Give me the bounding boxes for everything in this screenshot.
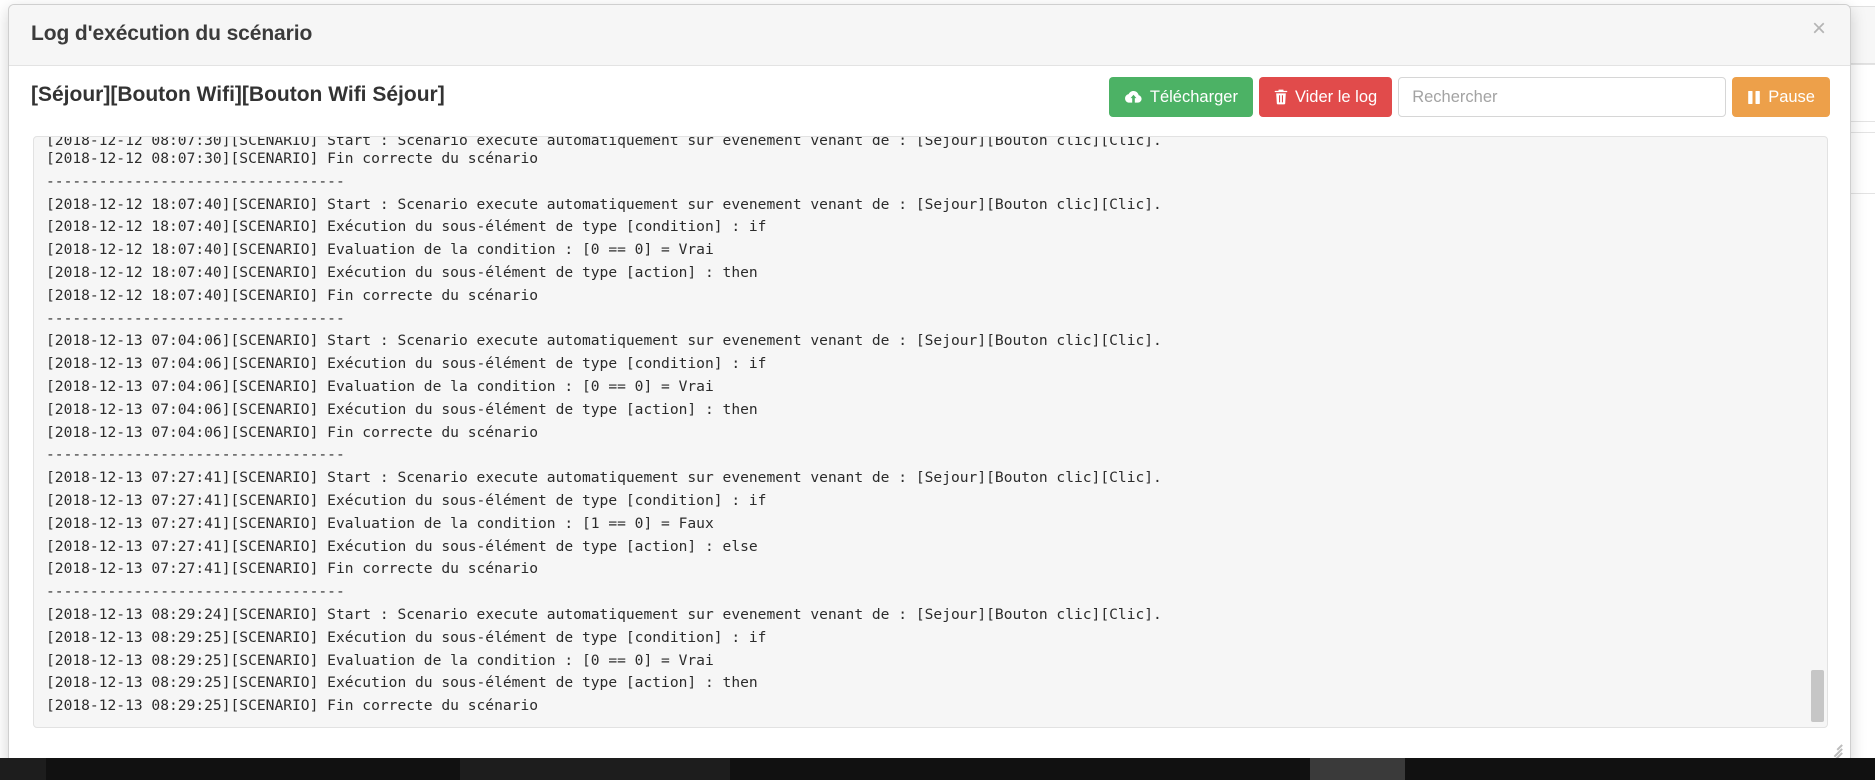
log-line: [2018-12-13 08:29:25][SCENARIO] Fin corr… [46, 697, 539, 715]
log-line: [2018-12-12 18:07:40][SCENARIO] Exécutio… [46, 263, 758, 281]
log-line: [2018-12-13 08:29:25][SCENARIO] Evaluati… [46, 651, 714, 669]
pause-button[interactable]: Pause [1732, 77, 1830, 117]
log-separator: ---------------------------------- [46, 309, 345, 327]
log-line: [2018-12-12 18:07:40][SCENARIO] Exécutio… [46, 218, 767, 236]
log-modal: Log d'exécution du scénario × [Séjour][B… [8, 4, 1851, 764]
clear-log-button[interactable]: Vider le log [1258, 77, 1393, 117]
log-scrollbar-thumb[interactable] [1811, 670, 1824, 722]
log-console: [2018-12-12 08:07:30][SCENARIO] Start : … [33, 136, 1828, 728]
modal-header: Log d'exécution du scénario × [9, 5, 1850, 66]
log-scroll-area[interactable]: [2018-12-12 08:07:30][SCENARIO] Start : … [34, 137, 1827, 727]
clear-log-button-label: Vider le log [1294, 87, 1378, 106]
close-icon[interactable]: × [1806, 16, 1832, 42]
log-line: [2018-12-13 08:29:25][SCENARIO] Exécutio… [46, 628, 767, 646]
log-line: [2018-12-13 08:29:24][SCENARIO] Start : … [46, 605, 1162, 623]
pause-icon [1747, 90, 1761, 105]
log-line: [2018-12-12 08:07:30][SCENARIO] Start : … [46, 137, 1162, 148]
cloud-download-icon [1124, 90, 1143, 105]
log-line: [2018-12-13 07:27:41][SCENARIO] Fin corr… [46, 560, 539, 578]
search-input[interactable] [1398, 77, 1727, 117]
modal-toolbar: [Séjour][Bouton Wifi][Bouton Wifi Séjour… [9, 66, 1850, 128]
log-line: [2018-12-13 07:27:41][SCENARIO] Start : … [46, 469, 1162, 487]
breadcrumb: [Séjour][Bouton Wifi][Bouton Wifi Séjour… [31, 83, 445, 106]
download-button[interactable]: Télécharger [1108, 77, 1253, 117]
trash-icon [1274, 89, 1288, 105]
download-button-label: Télécharger [1149, 87, 1238, 106]
taskbar-segment [1310, 758, 1405, 780]
taskbar [0, 758, 1875, 780]
log-line: [2018-12-12 18:07:40][SCENARIO] Evaluati… [46, 241, 714, 259]
pause-button-label: Pause [1768, 87, 1815, 106]
page-title: Log d'exécution du scénario [31, 22, 313, 45]
log-line: [2018-12-12 18:07:40][SCENARIO] Start : … [46, 195, 1162, 213]
taskbar-segment [0, 758, 46, 780]
toolbar-actions: Télécharger Vider le log Pa [1108, 77, 1830, 117]
log-line: [2018-12-12 18:07:40][SCENARIO] Fin corr… [46, 286, 539, 304]
log-line: [2018-12-13 07:27:41][SCENARIO] Exécutio… [46, 491, 767, 509]
log-separator: ---------------------------------- [46, 172, 345, 190]
log-separator: ---------------------------------- [46, 446, 345, 464]
log-line: [2018-12-13 07:04:06][SCENARIO] Exécutio… [46, 400, 758, 418]
log-line: [2018-12-12 08:07:30][SCENARIO] Fin corr… [46, 150, 539, 167]
log-line: [2018-12-13 07:04:06][SCENARIO] Fin corr… [46, 423, 539, 441]
log-separator: ---------------------------------- [46, 583, 345, 601]
log-line: [2018-12-13 07:04:06][SCENARIO] Start : … [46, 332, 1162, 350]
resize-handle[interactable] [1826, 739, 1843, 763]
log-line: [2018-12-13 07:27:41][SCENARIO] Evaluati… [46, 514, 714, 532]
log-line: [2018-12-13 07:27:41][SCENARIO] Exécutio… [46, 537, 758, 555]
log-line: [2018-12-13 07:04:06][SCENARIO] Exécutio… [46, 355, 767, 373]
log-line: [2018-12-13 07:04:06][SCENARIO] Evaluati… [46, 377, 714, 395]
log-line: [2018-12-13 08:29:25][SCENARIO] Exécutio… [46, 674, 758, 692]
taskbar-segment [460, 758, 730, 780]
